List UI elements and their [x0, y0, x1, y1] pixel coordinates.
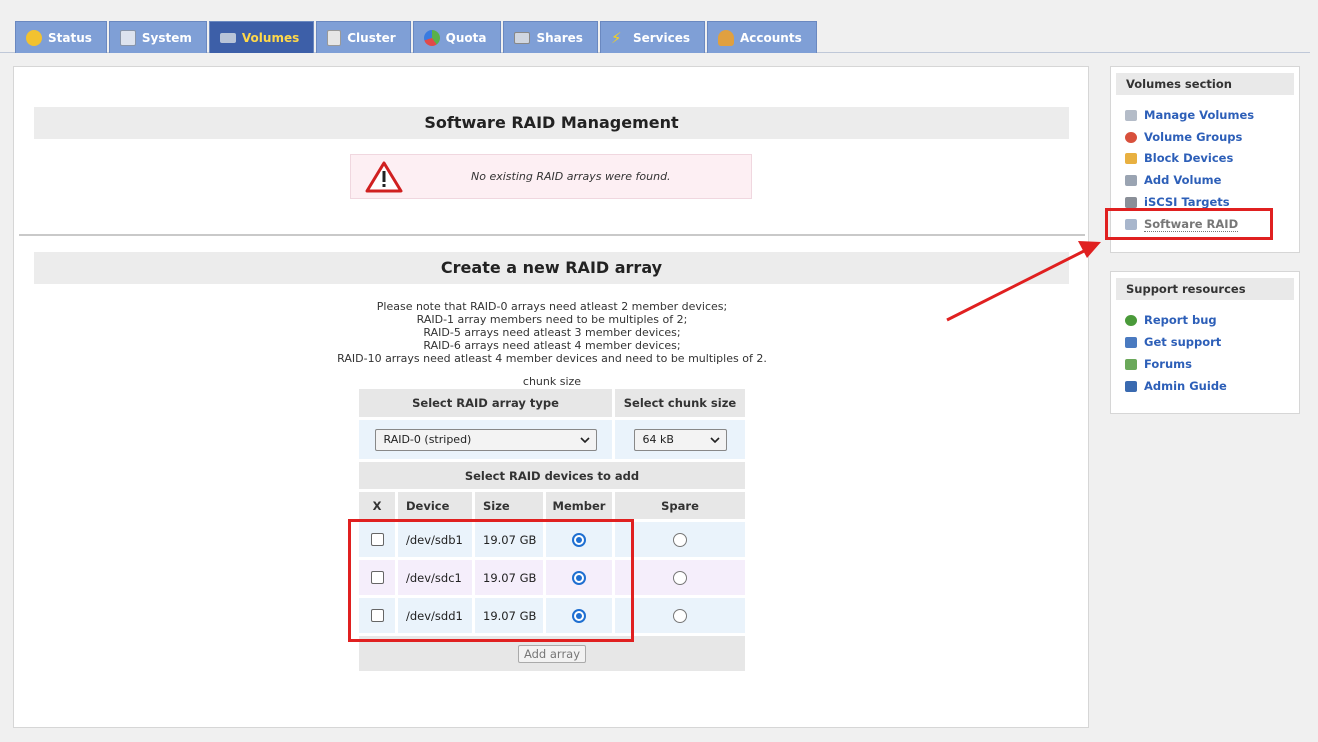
pie-icon [423, 29, 440, 46]
devices-header: Select RAID devices to add [359, 462, 745, 489]
chunk-cell: 64 kB [615, 420, 745, 459]
spare-radio[interactable] [673, 570, 687, 585]
note-line: RAID-10 arrays need atleast 4 member dev… [337, 352, 767, 365]
sidebar-item-label: Get support [1144, 335, 1222, 349]
raid-type-value: RAID-0 (striped) [383, 433, 472, 446]
warning-box: No existing RAID arrays were found. [350, 154, 752, 199]
drive-icon [1125, 109, 1137, 121]
sidebar-item-label: Add Volume [1144, 173, 1222, 187]
sidebar-item-admin-guide[interactable]: Admin Guide [1125, 379, 1227, 393]
spare-radio[interactable] [673, 608, 687, 623]
add-array-button[interactable]: Add array [517, 645, 587, 663]
spare-cell [615, 522, 745, 557]
tab-label: Services [632, 30, 690, 45]
col-device: Device [398, 492, 472, 519]
sidebar-item-add-volume[interactable]: Add Volume [1125, 173, 1221, 187]
bolt-icon: ⚡ [610, 28, 622, 47]
sidebar-item-label: Manage Volumes [1144, 108, 1255, 122]
spare-radio[interactable] [673, 532, 687, 547]
sidebar-item-label: Report bug [1144, 313, 1217, 327]
drives-icon [514, 31, 531, 44]
section-divider [19, 234, 1085, 236]
tab-cluster[interactable]: Cluster [316, 21, 411, 53]
tab-shares[interactable]: Shares [503, 21, 598, 53]
monitor-icon [119, 29, 136, 46]
tab-label: Accounts [739, 30, 802, 45]
tab-list: Status System Volumes Cluster Quota Shar… [15, 21, 819, 53]
chunk-size-select[interactable]: 64 kB [633, 428, 727, 451]
sidebar-item-get-support[interactable]: Get support [1125, 335, 1221, 349]
tab-label: Quota [445, 30, 487, 45]
raid-type-select[interactable]: RAID-0 (striped) [374, 428, 597, 451]
sidebar-item-forums[interactable]: Forums [1125, 357, 1192, 371]
note-line: RAID-1 array members need to be multiple… [416, 313, 688, 326]
bug-icon [1125, 314, 1137, 326]
chunk-size-value: 64 kB [642, 433, 674, 446]
spare-cell [615, 560, 745, 595]
servers-icon [327, 29, 342, 46]
volume-groups-icon [1125, 131, 1137, 143]
chevron-down-icon [709, 436, 720, 443]
sidebar-item-manage-volumes[interactable]: Manage Volumes [1125, 108, 1254, 122]
note-line: RAID-5 arrays need atleast 3 member devi… [423, 326, 681, 339]
disk-icon [219, 32, 236, 43]
sidebar-item-label: Volume Groups [1144, 130, 1243, 144]
tab-services[interactable]: ⚡ Services [599, 21, 705, 53]
forums-icon [1125, 358, 1137, 370]
tab-label: Volumes [241, 30, 300, 45]
chunk-header: Select chunk size [615, 389, 745, 417]
sidebar-item-label: Block Devices [1144, 151, 1234, 165]
col-x: X [359, 492, 395, 519]
note-line: RAID-6 arrays need atleast 4 member devi… [423, 339, 681, 352]
sidebar-item-label: Forums [1144, 357, 1192, 371]
iscsi-icon [1125, 196, 1137, 208]
tab-label: Status [48, 30, 92, 45]
type-header: Select RAID array type [359, 389, 612, 417]
weather-icon [26, 29, 42, 46]
col-spare: Spare [615, 492, 745, 519]
sidebar-item-label: iSCSI Targets [1144, 195, 1230, 209]
block-devices-icon [1125, 152, 1137, 164]
top-nav: Status System Volumes Cluster Quota Shar… [0, 0, 1310, 53]
volumes-section-title: Volumes section [1116, 73, 1294, 95]
raid-note: Please note that RAID-0 arrays need atle… [14, 300, 1090, 365]
tab-label: Shares [536, 30, 583, 45]
sidebar-item-volume-groups[interactable]: Volume Groups [1125, 130, 1242, 144]
tab-accounts[interactable]: Accounts [706, 21, 817, 53]
support-sidebar: Support resources Report bug Get support… [1110, 271, 1300, 414]
add-volume-icon [1125, 174, 1137, 186]
annotation-box-devices [348, 519, 634, 642]
warning-text: No existing RAID arrays were found. [471, 170, 671, 183]
warning-icon [365, 161, 403, 193]
chevron-down-icon [579, 436, 590, 443]
tab-volumes[interactable]: Volumes [208, 21, 315, 53]
sidebar-item-iscsi-targets[interactable]: iSCSI Targets [1125, 195, 1230, 209]
annotation-box-sidebar [1105, 208, 1273, 240]
management-title: Software RAID Management [34, 107, 1069, 139]
col-size: Size [475, 492, 543, 519]
tab-system[interactable]: System [108, 21, 207, 53]
tab-label: System [141, 30, 192, 45]
users-icon [717, 29, 734, 46]
col-member: Member [546, 492, 612, 519]
note-line: Please note that RAID-0 arrays need atle… [376, 300, 728, 313]
sidebar-item-report-bug[interactable]: Report bug [1125, 313, 1217, 327]
chunk-size-label: chunk size [522, 375, 582, 388]
tab-quota[interactable]: Quota [412, 21, 502, 53]
create-title: Create a new RAID array [34, 252, 1069, 284]
tab-label: Cluster [347, 30, 396, 45]
guide-icon [1125, 380, 1137, 392]
support-icon [1125, 336, 1137, 348]
support-section-title: Support resources [1116, 278, 1294, 300]
tab-status[interactable]: Status [15, 21, 107, 53]
sidebar-item-label: Admin Guide [1144, 379, 1227, 393]
sidebar-item-block-devices[interactable]: Block Devices [1125, 151, 1233, 165]
type-cell: RAID-0 (striped) [359, 420, 612, 459]
spare-cell [615, 598, 745, 633]
